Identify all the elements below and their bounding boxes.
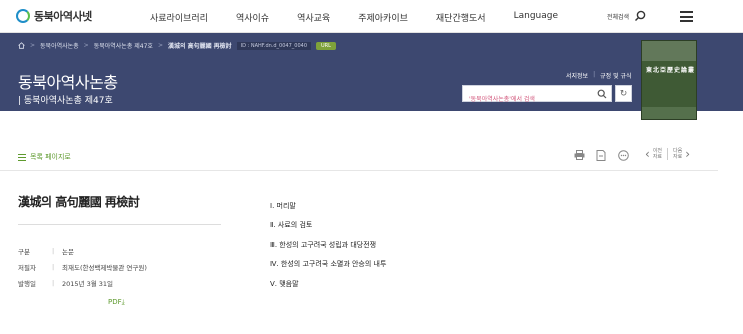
- main-menu: 사료라이브러리 역사이슈 역사교육 주제아카이브 재단간행도서 Language: [150, 11, 558, 24]
- toc-item[interactable]: Ⅱ. 사료의 검토: [270, 216, 386, 236]
- breadcrumb: > 동북아역사논총 > 동북아역사논총 제47호 > 漢城의 高句麗國 再檢討 …: [18, 41, 336, 50]
- series-search-box: [462, 85, 612, 107]
- regulations-link[interactable]: 규정 및 규식: [600, 71, 631, 80]
- breadcrumb-separator: >: [30, 42, 36, 49]
- prev-item-button[interactable]: 이전 자료: [653, 148, 662, 160]
- site-logo[interactable]: 동북아역사넷: [16, 8, 92, 24]
- link-divider: |: [593, 71, 596, 78]
- save-icon[interactable]: [595, 149, 607, 161]
- print-icon[interactable]: [573, 149, 585, 161]
- meta-key: 구분: [18, 248, 30, 256]
- top-navigation: 동북아역사넷 사료라이브러리 역사이슈 역사교육 주제아카이브 재단간행도서 L…: [0, 0, 743, 33]
- chevron-right-icon[interactable]: ›: [685, 148, 690, 160]
- toc-item[interactable]: Ⅰ. 머리말: [270, 196, 386, 216]
- prev-next-nav: ‹ 이전 자료 다음 자료 ›: [645, 148, 690, 160]
- search-icon[interactable]: [634, 10, 646, 22]
- menu-item-language[interactable]: Language: [514, 11, 558, 24]
- all-search-label[interactable]: 전체검색: [607, 12, 629, 21]
- menu-item-theme-archive[interactable]: 주제아카이브: [358, 11, 408, 24]
- meta-key: 저필자: [18, 264, 36, 272]
- meta-value: 논문: [62, 248, 74, 256]
- menu-hamburger-icon[interactable]: [680, 11, 693, 22]
- breadcrumb-item-issue[interactable]: 동북아역사논총 제47호: [94, 41, 153, 50]
- toc-page-link[interactable]: 목록 페이지로: [18, 152, 71, 162]
- breadcrumb-separator: >: [157, 42, 163, 49]
- pdf-download-link[interactable]: PDF⤓: [108, 298, 125, 307]
- meta-row: 발행일 | 2015년 3월 31일: [18, 275, 147, 291]
- search-reset-button[interactable]: ↻: [615, 85, 632, 102]
- meta-key: 발행일: [18, 280, 36, 288]
- search-icon[interactable]: [597, 89, 607, 99]
- book-cover-image: 東北亞歷史論叢: [641, 40, 697, 120]
- article-tools: [573, 149, 639, 161]
- document-id: ID : NAHF.dn.d_0047_0040: [236, 41, 311, 50]
- bibliographic-info-link[interactable]: 서지정보: [566, 71, 588, 80]
- banner-links: 서지정보 | 규정 및 규식: [566, 71, 632, 80]
- toc-page-label: 목록 페이지로: [30, 153, 71, 161]
- series-search-input[interactable]: [463, 92, 593, 107]
- article-title: 漢城의 高句麗國 再檢討: [18, 195, 140, 209]
- meta-value: 2015년 3월 31일: [62, 280, 114, 288]
- meta-divider: |: [52, 279, 55, 287]
- chevron-left-icon[interactable]: ‹: [645, 148, 650, 160]
- toc-item[interactable]: Ⅴ. 맺음말: [270, 274, 386, 294]
- logo-text: 동북아역사넷: [34, 10, 92, 23]
- next-label-line2: 자료: [673, 154, 683, 160]
- nav-divider: [667, 148, 669, 160]
- logo-icon: [16, 9, 30, 23]
- share-icon[interactable]: [617, 149, 629, 161]
- page-title: 동북아역사논총: [18, 73, 118, 92]
- page-subtitle: | 동북아역사논총 제47호: [18, 96, 113, 106]
- home-icon[interactable]: [18, 42, 25, 49]
- cover-title: 東北亞歷史論叢: [646, 67, 696, 74]
- menu-item-history-issues[interactable]: 역사이슈: [236, 11, 269, 24]
- menu-item-publications[interactable]: 재단간행도서: [436, 11, 486, 24]
- meta-row: 구분 | 논문: [18, 243, 147, 259]
- next-item-button[interactable]: 다음 자료: [673, 148, 682, 160]
- download-icon: ⤓: [121, 298, 125, 306]
- refresh-icon: ↻: [619, 88, 628, 99]
- meta-value: 최재도(한성백제박물관 연구원): [62, 264, 147, 272]
- breadcrumb-separator: >: [83, 42, 89, 49]
- meta-row: 저필자 | 최재도(한성백제박물관 연구원): [18, 259, 147, 275]
- menu-item-library[interactable]: 사료라이브러리: [150, 11, 208, 24]
- toolbar-divider: [0, 170, 718, 171]
- breadcrumb-item-series[interactable]: 동북아역사논총: [40, 41, 79, 50]
- breadcrumb-item-article: 漢城의 高句麗國 再檢討: [167, 43, 232, 50]
- url-button[interactable]: URL: [316, 41, 336, 50]
- toc-item[interactable]: Ⅳ. 한성의 고구려국 소멸과 안승의 내투: [270, 255, 386, 275]
- toc-item[interactable]: Ⅲ. 한성의 고구려국 성립과 대당전쟁: [270, 235, 386, 255]
- meta-divider: |: [52, 263, 55, 271]
- pdf-label: PDF: [108, 298, 122, 306]
- meta-divider: |: [52, 247, 55, 255]
- list-icon: [18, 153, 26, 161]
- menu-item-history-education[interactable]: 역사교육: [297, 11, 330, 24]
- article-toc: Ⅰ. 머리말 Ⅱ. 사료의 검토 Ⅲ. 한성의 고구려국 성립과 대당전쟁 Ⅳ.…: [270, 196, 386, 294]
- page-banner: > 동북아역사논총 > 동북아역사논총 제47호 > 漢城의 高句麗國 再檢討 …: [0, 33, 743, 111]
- prev-label-line2: 자료: [652, 154, 663, 160]
- article-meta: 구분 | 논문 저필자 | 최재도(한성백제박물관 연구원) 발행일 | 201…: [18, 243, 147, 291]
- article-title-divider: [18, 224, 221, 225]
